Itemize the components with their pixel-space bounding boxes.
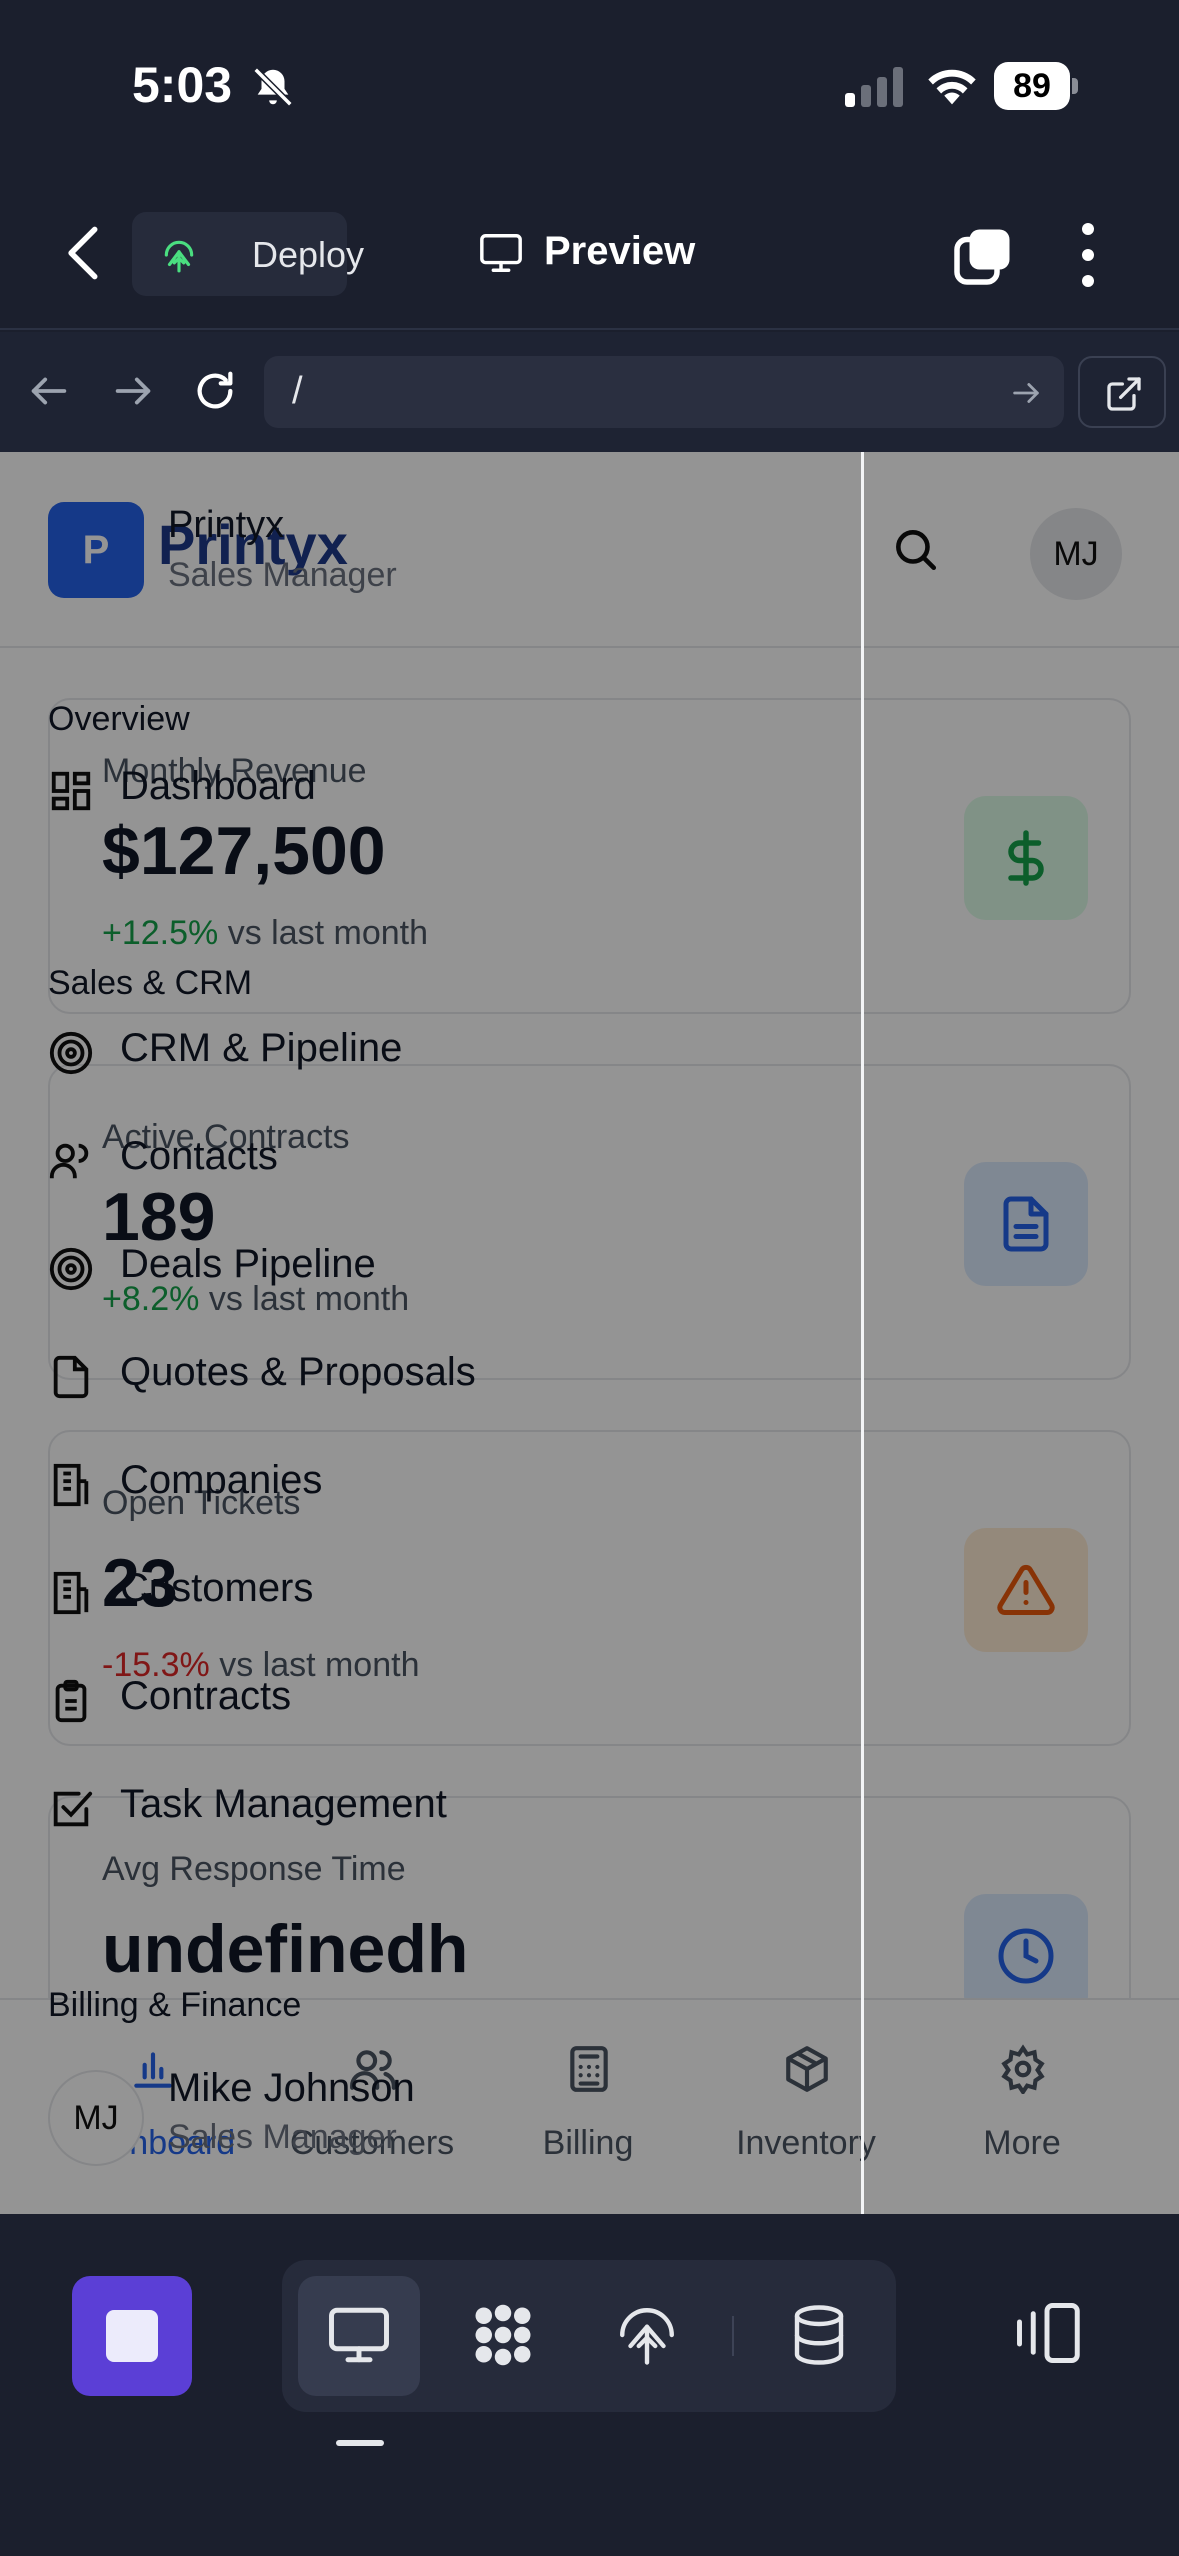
stat-icon-box <box>964 796 1088 920</box>
preview-tab[interactable]: Preview <box>478 223 718 283</box>
tool-deploy[interactable] <box>586 2276 708 2396</box>
bottom-nav-label: More <box>983 2124 1061 2162</box>
external-link-icon <box>1107 377 1141 411</box>
warning-icon <box>997 1564 1055 1615</box>
sidebar-item-label: Quotes & Proposals <box>120 1350 476 1394</box>
sidebar-item-dashboard[interactable]: Dashboard <box>0 746 862 846</box>
database-icon <box>794 2305 844 2365</box>
stop-icon <box>106 2310 158 2362</box>
sidebar-item-quotes[interactable]: Quotes & Proposals <box>0 1332 862 1432</box>
stop-button[interactable] <box>72 2276 192 2396</box>
url-input[interactable]: / <box>264 356 1064 428</box>
sidebar-item-contacts[interactable]: Contacts <box>0 1116 862 1216</box>
section-sales-crm: Sales & CRM <box>48 964 253 1002</box>
battery-indicator: 89 <box>994 62 1078 110</box>
drawer-user-avatar[interactable]: MJ <box>48 2070 144 2166</box>
search-icon[interactable] <box>890 524 940 574</box>
stat-icon-box <box>964 1162 1088 1286</box>
tool-preview[interactable] <box>298 2276 420 2396</box>
sidebar-item-label: Dashboard <box>120 764 316 808</box>
gear-icon <box>1001 2044 1045 2094</box>
drawer-role: Sales Manager <box>168 556 397 594</box>
sidebar-item-label: CRM & Pipeline <box>120 1026 403 1070</box>
tool-group <box>282 2260 896 2412</box>
browser-url-bar: / <box>0 332 1179 452</box>
sidebar-item-deals-pipeline[interactable]: Deals Pipeline <box>0 1224 862 1324</box>
building-icon <box>53 1463 89 1507</box>
stat-icon-box <box>964 1528 1088 1652</box>
deploy-tree-icon <box>620 2308 674 2365</box>
checkbox-icon <box>53 1791 93 1827</box>
sidebar-item-crm-pipeline[interactable]: CRM & Pipeline <box>0 1008 862 1108</box>
sidebar-item-label: Contracts <box>120 1674 292 1718</box>
deploy-tree-icon <box>164 240 194 273</box>
sidebar-item-tasks[interactable]: Task Management <box>0 1764 862 1864</box>
sidebar-item-customers[interactable]: Customers <box>0 1548 862 1648</box>
sidebar-drawer: Printyx Sales Manager Overview Dashboard… <box>0 452 862 2214</box>
tool-separator <box>732 2316 734 2356</box>
sidebar-item-label: Deals Pipeline <box>120 1242 376 1286</box>
more-options-icon[interactable] <box>1070 223 1108 287</box>
sidebar-item-label: Customers <box>120 1566 314 1610</box>
section-overview: Overview <box>48 700 190 738</box>
url-text: / <box>292 370 303 412</box>
reload-icon[interactable] <box>192 368 238 414</box>
target-icon <box>49 1031 93 1075</box>
tabs-switcher-icon[interactable] <box>952 227 1012 287</box>
bottom-nav-more[interactable]: More <box>914 2000 1130 2214</box>
app-preview: P Printyx MJ Monthly Revenue $127,500 +1… <box>0 452 1179 2214</box>
monitor-icon <box>480 234 522 272</box>
nodes-icon <box>475 2304 531 2366</box>
layout-toggle-icon[interactable] <box>1010 2300 1084 2366</box>
go-arrow-icon[interactable] <box>1009 376 1043 410</box>
wifi-icon <box>928 69 976 105</box>
deploy-label: Deploy <box>252 234 365 275</box>
sidebar-item-companies[interactable]: Companies <box>0 1440 862 1540</box>
signal-icon <box>845 67 903 107</box>
deploy-button[interactable]: Deploy <box>132 212 364 296</box>
sidebar-item-label: Companies <box>120 1458 323 1502</box>
nav-back-icon[interactable] <box>26 368 72 414</box>
sidebar-item-label: Task Management <box>120 1782 447 1826</box>
sidebar-item-contracts[interactable]: Contracts <box>0 1656 862 1756</box>
open-external-button[interactable] <box>1078 356 1166 428</box>
monitor-icon <box>329 2307 389 2363</box>
clipboard-icon <box>55 1679 87 1723</box>
grid-icon <box>51 771 91 811</box>
preview-label: Preview <box>544 229 696 273</box>
status-time: 5:03 <box>132 57 233 113</box>
user-avatar[interactable]: MJ <box>1030 508 1122 600</box>
sidebar-item-label: Contacts <box>120 1134 278 1178</box>
drawer-brand: Printyx <box>168 504 285 546</box>
editor-header: Deploy Preview <box>0 175 1179 330</box>
drawer-user-role: Sales Manager <box>168 2118 397 2156</box>
active-tab-indicator <box>336 2440 384 2446</box>
dollar-icon <box>1008 830 1044 886</box>
drawer-edge <box>861 452 864 2214</box>
section-billing: Billing & Finance <box>48 1986 302 2024</box>
document-icon <box>1003 1196 1049 1252</box>
status-bar: 5:03 89 <box>0 0 1179 175</box>
document-icon <box>53 1355 89 1399</box>
users-icon <box>49 1143 89 1179</box>
tool-database[interactable] <box>758 2276 880 2396</box>
drawer-user-name: Mike Johnson <box>168 2066 415 2110</box>
tool-integrations[interactable] <box>442 2276 564 2396</box>
target-icon <box>49 1247 93 1291</box>
back-chevron-icon[interactable] <box>58 223 110 283</box>
bell-muted-icon <box>253 67 293 107</box>
editor-toolbar <box>0 2214 1179 2556</box>
clock-icon <box>998 1928 1054 1984</box>
building-icon <box>53 1571 89 1615</box>
nav-forward-icon[interactable] <box>110 368 156 414</box>
